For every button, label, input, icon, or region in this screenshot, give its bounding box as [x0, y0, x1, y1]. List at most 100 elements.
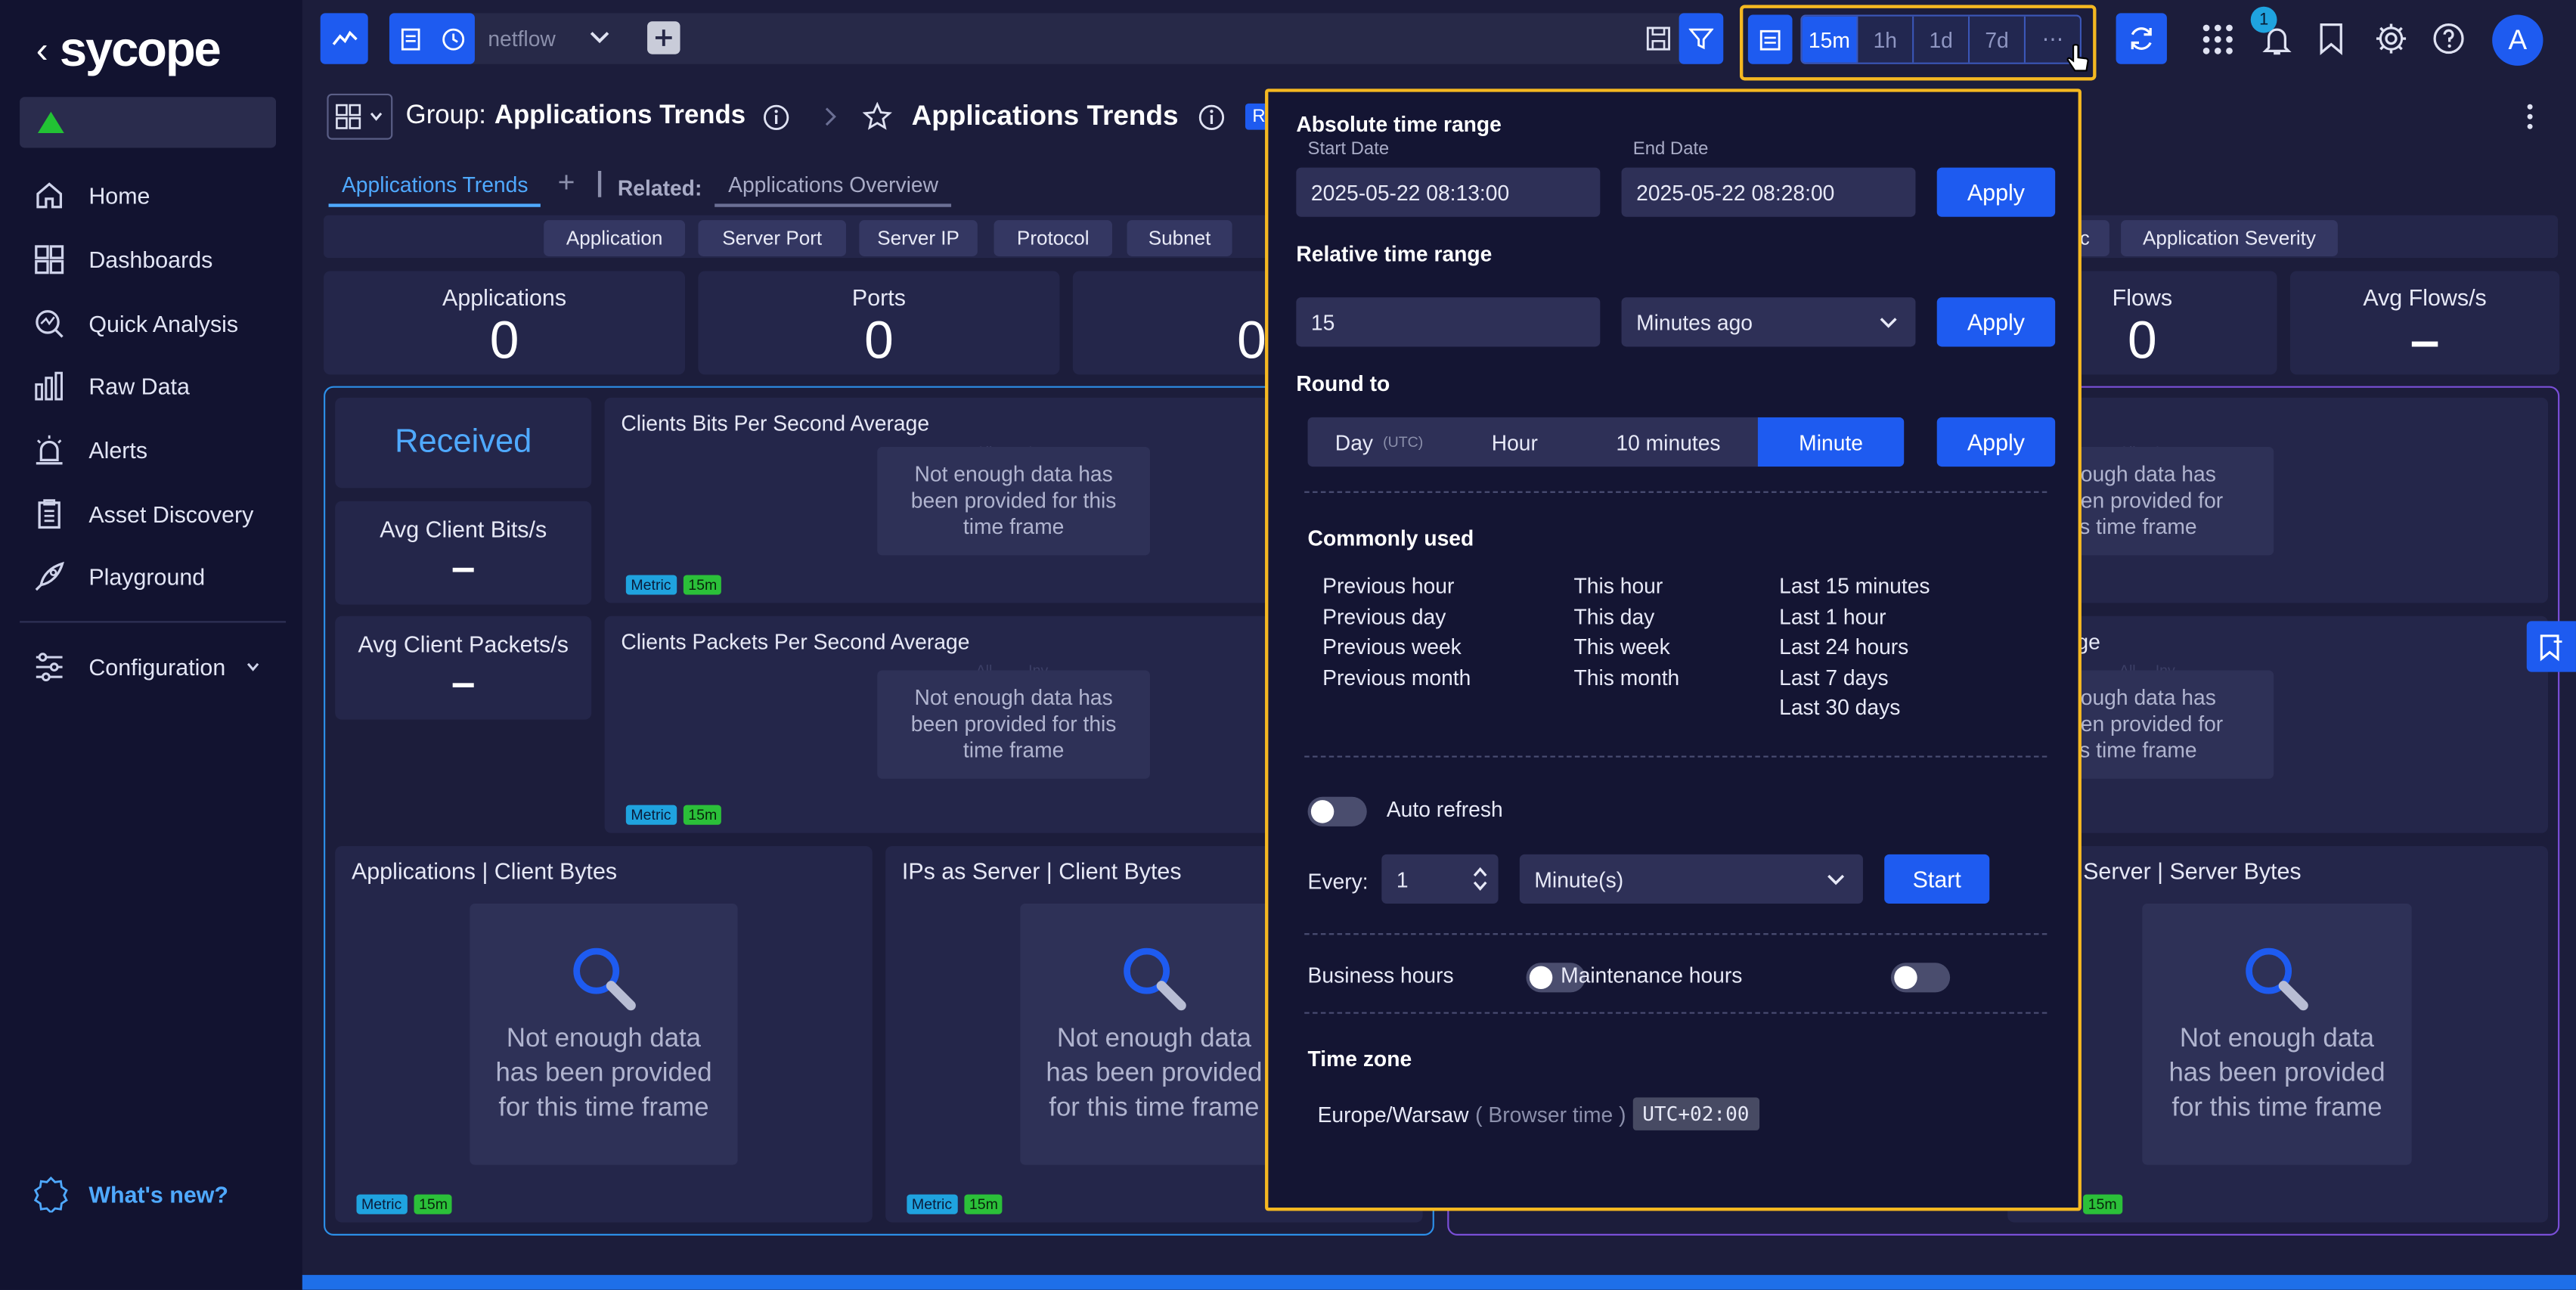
home-icon	[36, 182, 63, 209]
stat-value: –	[2410, 310, 2440, 370]
round-minute-option[interactable]: Minute	[1757, 417, 1905, 467]
related-tab-applications-overview[interactable]: Applications Overview	[715, 172, 952, 207]
chip-application[interactable]: Application	[544, 220, 686, 256]
common-option[interactable]: Last 30 days	[1779, 693, 1930, 724]
brand-logo[interactable]: ‹ sycope	[36, 23, 222, 79]
start-date-input[interactable]: 2025-05-22 08:13:00	[1296, 167, 1601, 217]
start-auto-refresh-button[interactable]: Start	[1884, 854, 1990, 904]
chip-server-port[interactable]: Server Port	[698, 220, 846, 256]
relative-unit-select[interactable]: Minutes ago	[1621, 297, 1916, 347]
common-option[interactable]: Previous month	[1322, 663, 1471, 693]
chip-application-severity[interactable]: Application Severity	[2121, 220, 2338, 256]
no-data-message: Not enough data has been provided for th…	[877, 447, 1150, 556]
refresh-interval-stepper[interactable]: 1	[1381, 854, 1499, 904]
apply-round-button[interactable]: Apply	[1936, 417, 2056, 467]
chevron-down-icon[interactable]	[588, 28, 611, 48]
user-avatar[interactable]: A	[2492, 14, 2543, 66]
sidebar-item-home[interactable]: Home	[33, 175, 296, 215]
end-date-input[interactable]: 2025-05-22 08:28:00	[1621, 167, 1916, 217]
sidebar-item-playground[interactable]: Playground	[33, 557, 296, 597]
analytics-button[interactable]	[320, 13, 368, 64]
data-source-icon[interactable]	[398, 26, 424, 52]
favorite-star-icon[interactable]	[862, 101, 892, 132]
common-option[interactable]: Last 1 hour	[1779, 602, 1930, 632]
no-data-panel: Not enough data has been provided for th…	[1020, 904, 1288, 1165]
stat-value: 0	[864, 310, 894, 370]
side-bookmark-tab[interactable]	[2526, 621, 2576, 672]
common-option[interactable]: Previous hour	[1322, 572, 1471, 602]
apply-absolute-button[interactable]: Apply	[1936, 167, 2056, 217]
auto-refresh-toggle[interactable]	[1307, 796, 1367, 826]
sidebar-item-configuration[interactable]: Configuration	[33, 647, 296, 687]
round-hour-option[interactable]: Hour	[1451, 417, 1579, 467]
range-7d[interactable]: 7d	[1970, 16, 2026, 63]
common-option[interactable]: Last 15 minutes	[1779, 572, 1930, 602]
stat-label: Applications	[442, 284, 567, 311]
sidebar-item-asset-discovery[interactable]: Asset Discovery	[33, 495, 296, 534]
sidebar-item-label: Dashboards	[88, 246, 213, 273]
stat-label: Ports	[851, 284, 906, 311]
group-menu-button[interactable]	[327, 93, 393, 140]
sidebar-divider	[20, 621, 287, 623]
info-icon[interactable]	[762, 103, 790, 131]
tab-applications-trends[interactable]: Applications Trends	[328, 172, 541, 207]
chip-protocol[interactable]: Protocol	[994, 220, 1112, 256]
settings-gear-icon[interactable]	[2374, 21, 2409, 56]
refresh-unit-select[interactable]: Minute(s)	[1519, 854, 1863, 904]
round-day-option[interactable]: Day (UTC)	[1308, 417, 1451, 467]
metric-value: –	[451, 542, 476, 592]
magnifier-icon	[2246, 947, 2308, 1011]
more-vertical-icon[interactable]	[2519, 102, 2541, 132]
stepper-arrows-icon[interactable]	[1472, 864, 1489, 894]
server-server-bytes-card: Server | Server Bytes Not enough data ha…	[2007, 845, 2549, 1223]
time-picker-button[interactable]	[1747, 14, 1793, 64]
applications-client-bytes-card: Applications | Client Bytes Not enough d…	[335, 845, 873, 1223]
round-10-minutes-option[interactable]: 10 minutes	[1579, 417, 1758, 467]
relative-value-input[interactable]: 15	[1296, 297, 1601, 347]
add-source-button[interactable]	[647, 21, 680, 54]
common-option[interactable]: Last 7 days	[1779, 663, 1930, 693]
range-badge: 15m	[683, 575, 722, 595]
filter-button[interactable]	[1679, 13, 1724, 64]
magnifier-icon	[572, 947, 635, 1011]
help-icon[interactable]	[2432, 21, 2466, 56]
environment-status-bar[interactable]	[20, 97, 277, 148]
common-option[interactable]: Previous day	[1322, 602, 1471, 632]
chip-server-ip[interactable]: Server IP	[859, 220, 978, 256]
group-name[interactable]: Applications Trends	[494, 102, 746, 132]
common-option[interactable]: This week	[1574, 633, 1680, 663]
start-date-label: Start Date	[1307, 139, 1390, 160]
sidebar-item-quick-analysis[interactable]: Quick Analysis	[33, 304, 296, 343]
chart-title: IPs as Server | Client Bytes	[901, 857, 1182, 884]
sidebar-item-alerts[interactable]: Alerts	[33, 430, 296, 470]
chevron-down-icon	[247, 662, 259, 671]
chip-subnet[interactable]: Subnet	[1127, 220, 1232, 256]
common-option[interactable]: Previous week	[1322, 633, 1471, 663]
source-mode-buttons[interactable]	[389, 13, 475, 64]
info-icon[interactable]	[1198, 103, 1226, 131]
range-1h[interactable]: 1h	[1858, 16, 1914, 63]
refresh-button[interactable]	[2116, 13, 2167, 64]
common-option[interactable]: This month	[1574, 663, 1680, 693]
range-15m[interactable]: 15m	[1802, 16, 1858, 63]
common-option[interactable]: This day	[1574, 602, 1680, 632]
save-query-icon[interactable]	[1644, 25, 1672, 53]
back-chevron-icon[interactable]: ‹	[36, 29, 48, 72]
common-option[interactable]: Last 24 hours	[1779, 633, 1930, 663]
sidebar-item-dashboards[interactable]: Dashboards	[33, 240, 296, 279]
maintenance-hours-toggle[interactable]	[1890, 963, 1950, 993]
bookmark-icon[interactable]	[2318, 21, 2345, 56]
metric-badge: Metric	[625, 575, 677, 595]
notification-count-badge: 1	[2250, 6, 2277, 33]
apply-relative-button[interactable]: Apply	[1936, 297, 2056, 347]
range-1d[interactable]: 1d	[1914, 16, 1970, 63]
common-option[interactable]: This hour	[1574, 572, 1680, 602]
apps-grid-icon[interactable]	[2202, 23, 2234, 55]
sidebar-item-label: Raw Data	[88, 373, 190, 399]
add-tab-button[interactable]: +	[541, 166, 591, 206]
whats-new-link[interactable]: What's new?	[33, 1176, 228, 1213]
chart-title: Clients Bits Per Second Average	[621, 411, 930, 436]
source-name[interactable]: netflow	[488, 26, 556, 51]
history-icon[interactable]	[440, 26, 467, 52]
sidebar-item-raw-data[interactable]: Raw Data	[33, 367, 296, 406]
